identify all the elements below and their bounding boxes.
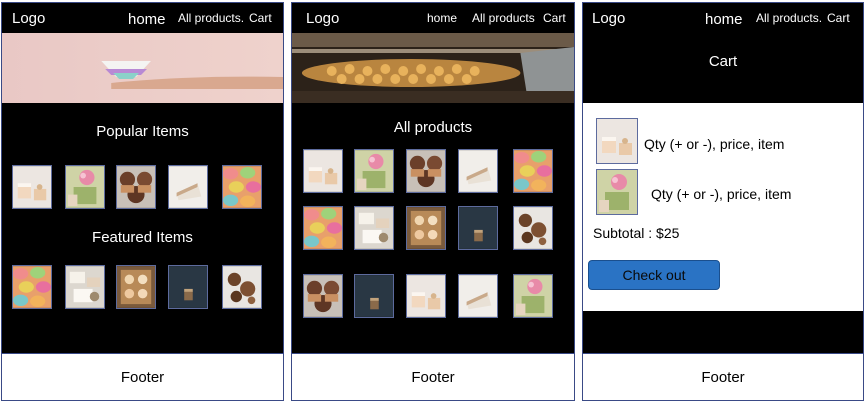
footer: Footer <box>292 353 574 400</box>
cart-item-thumbnail <box>596 118 638 164</box>
product-thumbnail[interactable] <box>168 165 208 209</box>
nav-bar: Logo home All products. Cart <box>583 3 863 33</box>
popular-items-heading: Popular Items <box>96 123 189 140</box>
product-thumbnail[interactable] <box>65 265 105 309</box>
product-thumbnail[interactable] <box>116 265 156 309</box>
nav-bar: Logo home All products Cart <box>292 3 574 33</box>
subtotal: Subtotal : $25 <box>593 225 680 241</box>
product-thumbnail[interactable] <box>406 206 446 250</box>
product-thumbnail[interactable] <box>458 149 498 193</box>
home-page-wireframe: Logo home All products. Cart Popular Ite… <box>1 2 284 401</box>
product-thumbnail[interactable] <box>116 165 156 209</box>
nav-all-products-link[interactable]: All products. <box>756 11 822 25</box>
product-thumbnail[interactable] <box>354 206 394 250</box>
nav-bar: Logo home All products. Cart <box>2 3 283 33</box>
nav-cart-link[interactable]: Cart <box>249 11 272 25</box>
hero-banner <box>2 33 283 103</box>
product-thumbnail[interactable] <box>354 274 394 318</box>
cart-item-thumbnail <box>596 169 638 215</box>
logo[interactable]: Logo <box>12 10 45 27</box>
product-thumbnail[interactable] <box>354 149 394 193</box>
product-thumbnail[interactable] <box>222 165 262 209</box>
product-thumbnail[interactable] <box>513 206 553 250</box>
logo[interactable]: Logo <box>306 10 339 27</box>
cart-heading: Cart <box>708 53 738 70</box>
nav-cart-link[interactable]: Cart <box>543 11 566 25</box>
cart-item-details: Qty (+ or -), price, item <box>651 186 792 202</box>
hero-banner <box>292 33 574 103</box>
nav-home-link[interactable]: home <box>705 11 743 28</box>
product-thumbnail[interactable] <box>12 265 52 309</box>
nav-all-products-link[interactable]: All products. <box>178 11 244 25</box>
nav-home-link[interactable]: home <box>128 11 166 28</box>
cart-header: Cart <box>583 33 863 103</box>
cart-spacer <box>583 311 863 355</box>
product-thumbnail[interactable] <box>513 149 553 193</box>
product-thumbnail[interactable] <box>303 149 343 193</box>
home-content: Popular Items Featured Items <box>2 103 283 355</box>
logo[interactable]: Logo <box>592 10 625 27</box>
product-thumbnail[interactable] <box>168 265 208 309</box>
cart-page-wireframe: Logo home All products. Cart Cart Qty (+… <box>582 2 864 401</box>
featured-items-heading: Featured Items <box>92 229 193 246</box>
product-thumbnail[interactable] <box>222 265 262 309</box>
product-thumbnail[interactable] <box>65 165 105 209</box>
product-thumbnail[interactable] <box>458 206 498 250</box>
footer: Footer <box>583 353 863 400</box>
footer: Footer <box>2 353 283 400</box>
cart-item-details: Qty (+ or -), price, item <box>644 136 785 152</box>
nav-home-link[interactable]: home <box>427 11 457 25</box>
all-products-page-wireframe: Logo home All products Cart All products <box>291 2 575 401</box>
product-thumbnail[interactable] <box>303 274 343 318</box>
nav-cart-link[interactable]: Cart <box>827 11 850 25</box>
nav-all-products-link[interactable]: All products <box>472 11 535 25</box>
checkout-button[interactable]: Check out <box>588 260 720 290</box>
product-thumbnail[interactable] <box>406 274 446 318</box>
product-thumbnail[interactable] <box>406 149 446 193</box>
all-products-heading: All products <box>393 119 473 136</box>
product-thumbnail[interactable] <box>513 274 553 318</box>
product-thumbnail[interactable] <box>12 165 52 209</box>
products-content: All products <box>292 103 574 355</box>
product-thumbnail[interactable] <box>458 274 498 318</box>
product-thumbnail[interactable] <box>303 206 343 250</box>
